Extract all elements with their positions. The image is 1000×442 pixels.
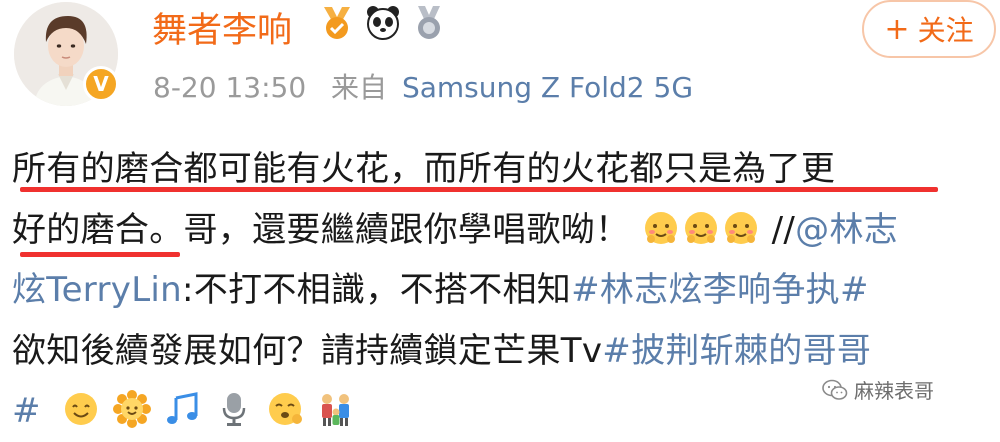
follow-label: 关注 [917, 14, 974, 47]
watermark-text: 麻辣表哥 [854, 379, 934, 403]
smile-icon [64, 393, 97, 425]
mention-link[interactable]: 炫TerryLin [12, 270, 182, 310]
post-text: 所有的磨合都可能有火花，而所有的火花都只是為了更 [12, 149, 836, 189]
smiling-blush-icon [644, 211, 677, 244]
post-line: 所有的磨合都可能有火花，而所有的火花都只是為了更 [12, 139, 1000, 200]
wechat-icon [822, 379, 848, 400]
verified-badge-icon: V [83, 66, 119, 102]
family-icon [322, 394, 350, 426]
post-line: 欲知後續發展如何？請持續鎖定芒果Tv#披荆斩棘的哥哥 [12, 321, 1000, 382]
gold-medal-badge-icon[interactable] [318, 3, 356, 41]
smiling-blush-icon [724, 211, 757, 244]
mention-link[interactable]: @林志 [795, 210, 898, 250]
follow-button[interactable]: + 关注 [862, 0, 996, 58]
post-meta: 8-20 13:50 来自 Samsung Z Fold2 5G [153, 66, 693, 106]
music-notes-icon [167, 392, 198, 424]
watermark: 麻辣表哥 [822, 375, 934, 404]
sunflower-face-icon [113, 390, 152, 428]
user-badges [318, 2, 448, 42]
post-line: 炫TerryLin:不打不相識，不搭不相知#林志炫李响争执# [12, 260, 1000, 321]
microphone-icon [222, 393, 246, 426]
hashtag-link[interactable]: #披荆斩棘的哥哥 [602, 331, 871, 371]
username[interactable]: 舞者李响 [152, 2, 292, 53]
post-text: :不打不相識，不搭不相知 [182, 270, 572, 310]
plus-icon: + [884, 11, 910, 47]
hashtag-link[interactable]: # [12, 391, 41, 431]
smiling-blush-icon [684, 211, 717, 244]
post-text: 欲知後續發展如何？請持續鎖定芒果Tv [12, 330, 603, 371]
source-prefix: 来自 [331, 71, 388, 104]
post-time: 8-20 13:50 [153, 71, 307, 104]
device-name[interactable]: Samsung Z Fold2 5G [402, 71, 693, 104]
repost-separator: // [771, 209, 796, 250]
silver-medal-badge-icon[interactable] [410, 3, 448, 41]
post-text: 好的磨合。哥，還要繼續跟你學唱歌呦！ [12, 209, 630, 250]
hashtag-link[interactable]: #林志炫李响争执# [571, 270, 869, 310]
hehe-face-icon [269, 393, 303, 425]
post-line: 好的磨合。哥，還要繼續跟你學唱歌呦！ //@林志 [12, 200, 1000, 261]
panda-icon[interactable] [364, 3, 402, 41]
